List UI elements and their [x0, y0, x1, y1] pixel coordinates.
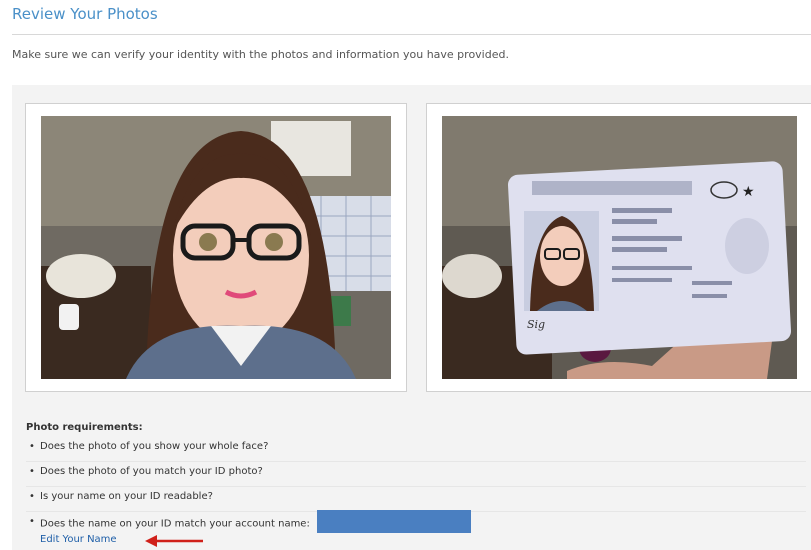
requirement-item: • Does the name on your ID match your ac…	[26, 510, 806, 536]
bullet: •	[29, 441, 35, 452]
id-card-photo: ★ Sig	[442, 116, 797, 379]
bullet: •	[29, 491, 35, 502]
selfie-photo-frame	[25, 103, 407, 392]
requirement-item: • Is your name on your ID readable?	[26, 487, 806, 512]
requirement-item: • Does the photo of you show your whole …	[26, 437, 806, 462]
requirement-text: Does the photo of you match your ID phot…	[40, 466, 263, 477]
edit-your-name-link[interactable]: Edit Your Name	[40, 534, 117, 545]
requirements-list: • Does the photo of you show your whole …	[26, 437, 806, 536]
svg-text:Sig: Sig	[527, 318, 545, 331]
requirement-item: • Does the photo of you match your ID ph…	[26, 462, 806, 487]
requirement-text: Does the name on your ID match your acco…	[40, 518, 310, 530]
page-title: Review Your Photos	[12, 5, 158, 23]
page-subtitle: Make sure we can verify your identity wi…	[12, 48, 509, 61]
red-arrow-icon	[145, 535, 203, 547]
requirement-text: Does the photo of you show your whole fa…	[40, 441, 269, 452]
review-panel: ★ Sig Photo requirements: • Does the pho…	[12, 85, 811, 550]
redacted-account-name	[317, 510, 472, 533]
requirement-text: Is your name on your ID readable?	[40, 491, 213, 502]
bullet: •	[29, 516, 35, 527]
id-photo-frame: ★ Sig	[426, 103, 811, 392]
requirements-title: Photo requirements:	[26, 422, 143, 433]
bullet: •	[29, 466, 35, 477]
title-divider	[12, 34, 811, 35]
svg-text:★: ★	[742, 184, 755, 200]
selfie-photo	[41, 116, 391, 379]
